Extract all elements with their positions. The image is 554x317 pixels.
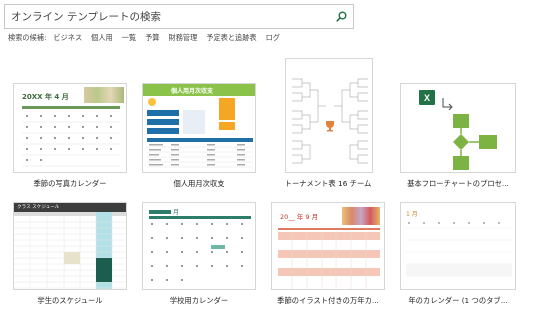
template-thumbnail[interactable]: 個人用月次収支 bbox=[142, 83, 256, 173]
template-thumbnail[interactable]: 20XX 年 4 月 bbox=[13, 83, 127, 173]
suggestion-link-logs[interactable]: ログ bbox=[266, 33, 280, 43]
template-thumbnail[interactable] bbox=[285, 58, 373, 173]
template-thumbnail[interactable]: X bbox=[400, 83, 516, 173]
template-thumbnail[interactable]: クラス スケジュール bbox=[13, 202, 127, 290]
suggestion-link-budget[interactable]: 予算 bbox=[145, 33, 159, 43]
template-title[interactable]: 学生のスケジュール bbox=[13, 296, 127, 306]
search-input[interactable] bbox=[11, 7, 321, 26]
template-title[interactable]: 年のカレンダー (1 つのタブ... bbox=[400, 296, 516, 306]
search-icon bbox=[335, 7, 347, 26]
suggested-searches: 検索の候補: ビジネス 個人用 一覧 予算 財務管理 予定表と追跡表 ログ bbox=[8, 31, 289, 45]
template-thumbnail[interactable]: 20__ 年 9 月 bbox=[271, 202, 385, 290]
template-title[interactable]: 季節のイラスト付きの万年カ... bbox=[271, 296, 385, 306]
suggested-searches-label: 検索の候補: bbox=[8, 33, 47, 42]
calendar-grid bbox=[151, 223, 243, 281]
template-thumbnail[interactable]: 月 bbox=[142, 202, 256, 290]
schedule-heading: クラス スケジュール bbox=[17, 205, 60, 210]
budget-heading: 個人用月次収支 bbox=[171, 88, 214, 95]
template-thumbnail[interactable]: 1 月 bbox=[400, 202, 516, 290]
template-title[interactable]: 季節の写真カレンダー bbox=[13, 179, 127, 189]
suggestion-link-schedules-trackers[interactable]: 予定表と追跡表 bbox=[206, 33, 256, 43]
autumn-illustration bbox=[342, 207, 380, 225]
suggestion-link-personal[interactable]: 個人用 bbox=[91, 33, 113, 43]
flower-photo bbox=[84, 87, 124, 103]
calendar-grid bbox=[22, 111, 120, 167]
suggestion-link-list[interactable]: 一覧 bbox=[122, 33, 136, 43]
school-calendar-month: 月 bbox=[173, 209, 180, 216]
template-title[interactable]: トーナメント表 16 チーム bbox=[271, 179, 385, 189]
schedule-grid bbox=[14, 216, 126, 289]
template-title[interactable]: 学校用カレンダー bbox=[142, 296, 256, 306]
trophy-icon bbox=[326, 121, 334, 132]
template-search-box bbox=[4, 4, 354, 29]
perpetual-calendar-heading: 20__ 年 9 月 bbox=[280, 213, 319, 221]
budget-table bbox=[147, 144, 253, 168]
flowchart-diagram bbox=[442, 98, 497, 170]
bracket-diagram bbox=[292, 78, 368, 164]
search-button[interactable] bbox=[331, 7, 351, 26]
calendar-grid bbox=[406, 222, 512, 277]
calendar-month-heading: 20XX 年 4 月 bbox=[22, 93, 69, 101]
template-title[interactable]: 基本フローチャートのプロセ... bbox=[400, 179, 516, 189]
sun-icon bbox=[148, 98, 156, 106]
yearly-calendar-month: 1 月 bbox=[406, 211, 418, 218]
suggestion-link-finance[interactable]: 財務管理 bbox=[169, 33, 198, 43]
calendar-grid bbox=[278, 232, 380, 289]
template-title[interactable]: 個人用月次収支 bbox=[142, 179, 256, 189]
suggestion-link-business[interactable]: ビジネス bbox=[53, 33, 82, 43]
